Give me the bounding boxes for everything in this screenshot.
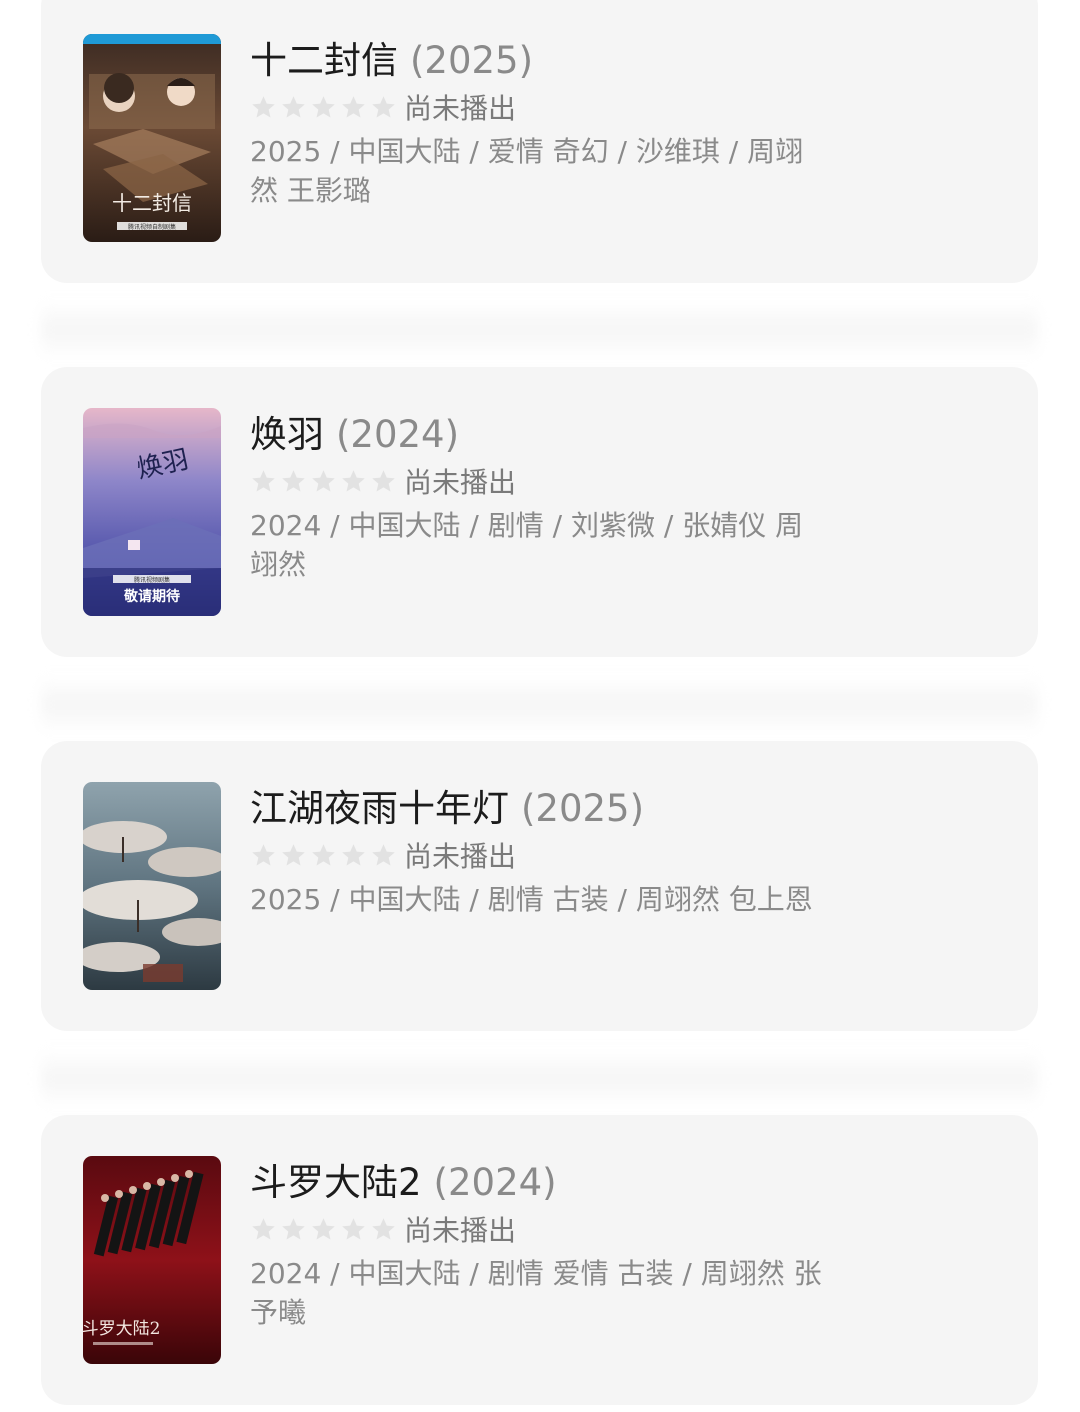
rating-row: 尚未播出 bbox=[250, 464, 850, 499]
show-year: (2024) bbox=[433, 1161, 557, 1204]
show-year: (2024) bbox=[336, 413, 460, 456]
show-card[interactable]: 江湖夜雨十年灯 (2025) 尚未播出 2025 / 中国大陆 / 剧情 古装 /… bbox=[41, 741, 1038, 1031]
star-empty-icon bbox=[342, 95, 365, 118]
poster-badge-text: 腾讯视频自制剧集 bbox=[128, 223, 176, 231]
star-empty-icon bbox=[342, 1217, 365, 1240]
blurred-divider bbox=[41, 300, 1038, 360]
star-empty-icon bbox=[282, 1217, 305, 1240]
rating-status: 尚未播出 bbox=[404, 466, 517, 499]
poster-badge-text: 腾讯视频剧集 bbox=[134, 576, 170, 584]
star-empty-icon bbox=[282, 843, 305, 866]
show-title-line[interactable]: 十二封信 (2025) bbox=[250, 38, 850, 84]
show-title[interactable]: 十二封信 bbox=[250, 39, 398, 82]
star-empty-icon bbox=[372, 95, 395, 118]
star-empty-icon bbox=[282, 95, 305, 118]
star-empty-icon bbox=[372, 1217, 395, 1240]
star-empty-icon bbox=[372, 843, 395, 866]
star-empty-icon bbox=[252, 1217, 275, 1240]
star-empty-icon bbox=[312, 95, 335, 118]
star-empty-icon bbox=[342, 843, 365, 866]
star-empty-icon bbox=[312, 469, 335, 492]
show-card[interactable]: 十二封信 腾讯视频自制剧集 十二封信 (2025) 尚未播出 2025 / 中国大… bbox=[41, 0, 1038, 283]
poster-title-text: 十二封信 bbox=[112, 191, 192, 215]
show-meta: 2024 / 中国大陆 / 剧情 / 刘紫微 / 张婧仪 周翊然 bbox=[250, 509, 804, 581]
poster-image[interactable]: 焕羽 腾讯视频剧集 敬请期待 bbox=[83, 408, 221, 616]
show-year: (2025) bbox=[410, 39, 534, 82]
show-meta: 2025 / 中国大陆 / 剧情 古装 / 周翊然 包上恩 bbox=[250, 883, 813, 916]
poster-image[interactable]: 十二封信 腾讯视频自制剧集 bbox=[83, 34, 221, 242]
show-year: (2025) bbox=[521, 787, 645, 830]
star-empty-icon bbox=[252, 95, 275, 118]
star-empty-icon bbox=[252, 469, 275, 492]
rating-status: 尚未播出 bbox=[404, 1214, 517, 1247]
star-empty-icon bbox=[372, 469, 395, 492]
rating-row: 尚未播出 bbox=[250, 1212, 850, 1247]
show-card[interactable]: 焕羽 腾讯视频剧集 敬请期待 焕羽 (2024) 尚未播出 2024 / 中国大陆… bbox=[41, 367, 1038, 657]
show-title[interactable]: 焕羽 bbox=[250, 413, 324, 456]
poster-image[interactable] bbox=[83, 782, 221, 990]
rating-stars bbox=[250, 94, 400, 121]
poster-title-text: 斗罗大陆2 bbox=[83, 1319, 160, 1339]
poster-image[interactable]: 斗罗大陆2 bbox=[83, 1156, 221, 1364]
star-empty-icon bbox=[282, 469, 305, 492]
blurred-divider bbox=[41, 1049, 1038, 1109]
show-card[interactable]: 斗罗大陆2 斗罗大陆2 (2024) 尚未播出 2024 / 中国大陆 / 剧情 … bbox=[41, 1115, 1038, 1405]
rating-row: 尚未播出 bbox=[250, 90, 850, 125]
poster-caption: 敬请期待 bbox=[123, 588, 180, 605]
star-empty-icon bbox=[252, 843, 275, 866]
star-empty-icon bbox=[342, 469, 365, 492]
rating-status: 尚未播出 bbox=[404, 840, 517, 873]
show-meta: 2024 / 中国大陆 / 剧情 爱情 古装 / 周翊然 张予曦 bbox=[250, 1257, 822, 1329]
rating-status: 尚未播出 bbox=[404, 92, 517, 125]
rating-stars bbox=[250, 842, 400, 869]
show-meta: 2025 / 中国大陆 / 爱情 奇幻 / 沙维琪 / 周翊然 王影璐 bbox=[250, 135, 804, 207]
star-empty-icon bbox=[312, 843, 335, 866]
rating-stars bbox=[250, 1216, 400, 1243]
show-title-line[interactable]: 斗罗大陆2 (2024) bbox=[250, 1160, 850, 1206]
show-title[interactable]: 斗罗大陆2 bbox=[250, 1161, 422, 1204]
blurred-divider bbox=[41, 675, 1038, 735]
show-title-line[interactable]: 江湖夜雨十年灯 (2025) bbox=[250, 786, 850, 832]
rating-stars bbox=[250, 468, 400, 495]
star-empty-icon bbox=[312, 1217, 335, 1240]
show-title[interactable]: 江湖夜雨十年灯 bbox=[250, 787, 509, 830]
rating-row: 尚未播出 bbox=[250, 838, 850, 873]
show-title-line[interactable]: 焕羽 (2024) bbox=[250, 412, 850, 458]
